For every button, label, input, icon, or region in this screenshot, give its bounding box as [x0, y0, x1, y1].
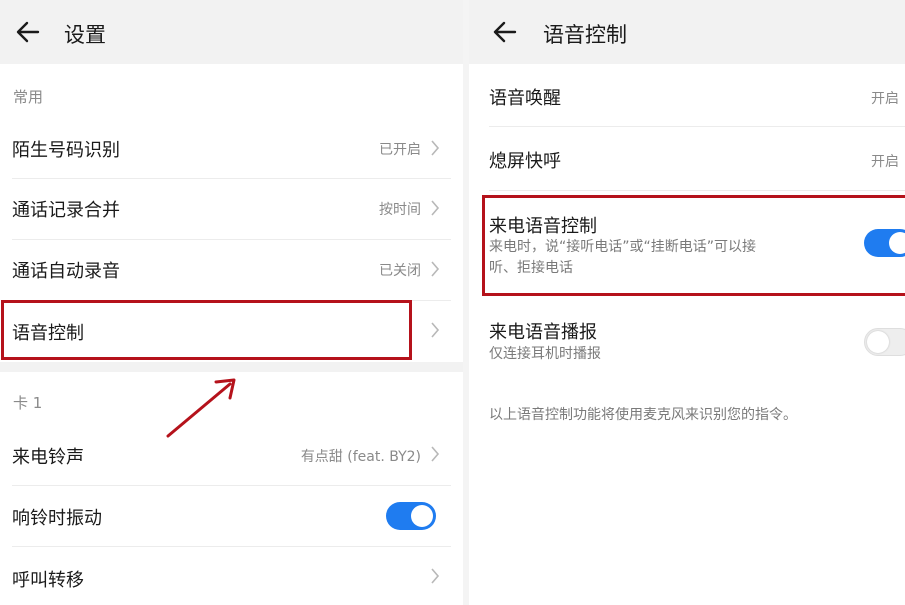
setting-value: 按时间	[379, 202, 421, 218]
setting-value: 开启	[871, 91, 899, 107]
setting-label: 语音唤醒	[489, 88, 561, 109]
setting-row-incoming-voice-broadcast: 来电语音播报 仅连接耳机时播报	[469, 304, 905, 374]
setting-row-unknown-number[interactable]: 陌生号码识别 已开启	[0, 118, 463, 178]
setting-label: 熄屏快呼	[489, 151, 561, 172]
setting-label: 呼叫转移	[12, 570, 84, 591]
setting-row-ring-vibrate: 响铃时振动	[0, 486, 463, 546]
arrow-left-icon[interactable]	[491, 18, 519, 46]
setting-description: 仅连接耳机时播报	[489, 346, 601, 362]
settings-header: 设置	[0, 0, 463, 64]
page-title: 设置	[64, 23, 106, 47]
chevron-right-icon	[431, 446, 440, 462]
chevron-right-icon	[431, 200, 440, 216]
setting-value: 已关闭	[379, 263, 421, 279]
arrow-left-icon[interactable]	[14, 18, 42, 46]
setting-row-call-log-merge[interactable]: 通话记录合并 按时间	[0, 179, 463, 239]
page-title: 语音控制	[543, 23, 627, 47]
section-label-card1: 卡 1	[13, 394, 43, 412]
setting-value: 已开启	[379, 142, 421, 158]
setting-row-voice-wakeup[interactable]: 语音唤醒 开启	[469, 66, 905, 126]
setting-row-call-forwarding[interactable]: 呼叫转移	[0, 547, 463, 605]
setting-value: 开启	[871, 154, 899, 170]
incoming-voice-broadcast-toggle[interactable]	[864, 328, 905, 356]
setting-row-screen-off-call[interactable]: 熄屏快呼 开启	[469, 127, 905, 189]
setting-row-auto-record[interactable]: 通话自动录音 已关闭	[0, 240, 463, 300]
footer-note: 以上语音控制功能将使用麦克风来识别您的指令。	[489, 407, 797, 423]
setting-row-ringtone[interactable]: 来电铃声 有点甜 (feat. BY2)	[0, 424, 463, 484]
voice-control-screen: 语音控制 语音唤醒 开启 熄屏快呼 开启 来电语音控制 来电时，说“接听电话”或…	[469, 0, 905, 605]
setting-label: 来电语音播报	[489, 322, 597, 343]
ring-vibrate-toggle[interactable]	[386, 502, 436, 530]
chevron-right-icon	[431, 568, 440, 584]
highlight-box-voice-control	[1, 300, 412, 360]
setting-label: 通话自动录音	[12, 261, 120, 282]
highlight-box-incoming-voice-control	[482, 195, 905, 296]
setting-label: 通话记录合并	[12, 200, 120, 221]
chevron-right-icon	[431, 140, 440, 156]
settings-screen: 设置 常用 陌生号码识别 已开启 通话记录合并 按时间 通话自动录音 已关闭 语…	[0, 0, 463, 605]
chevron-right-icon	[431, 261, 440, 277]
chevron-right-icon	[431, 322, 440, 338]
setting-value: 有点甜 (feat. BY2)	[300, 449, 421, 465]
voice-control-header: 语音控制	[469, 0, 905, 64]
setting-label: 来电铃声	[12, 447, 84, 468]
section-label-common: 常用	[13, 88, 44, 106]
setting-label: 陌生号码识别	[12, 140, 120, 161]
setting-label: 响铃时振动	[12, 508, 102, 529]
